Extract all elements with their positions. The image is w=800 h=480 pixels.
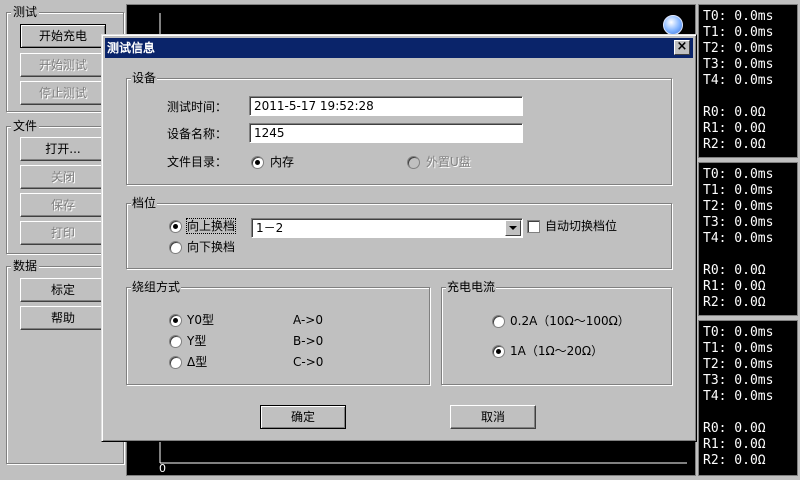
winding-y-radio[interactable] xyxy=(169,335,182,348)
readout-r2: R2: 0.0Ω xyxy=(703,453,766,468)
readout-t2: T2: 0.0ms xyxy=(703,41,774,56)
readout-t4: T4: 0.0ms xyxy=(703,389,774,404)
close-icon[interactable]: × xyxy=(674,40,690,55)
memory-label: 内存 xyxy=(270,155,295,169)
readout-r0: R0: 0.0Ω xyxy=(703,421,766,436)
winding-delta-label: Δ型 xyxy=(187,355,208,369)
readout-t1: T1: 0.0ms xyxy=(703,25,774,40)
readout-t0: T0: 0.0ms xyxy=(703,325,774,340)
current-fieldset-title: 充电电流 xyxy=(446,280,497,294)
auto-tap-checkbox[interactable] xyxy=(527,220,540,233)
current-1a-label: 1A（1Ω～20Ω） xyxy=(510,344,604,358)
readout-spacer xyxy=(703,247,797,263)
auto-tap-label: 自动切换档位 xyxy=(545,219,618,233)
close-file-button[interactable]: 关闭 xyxy=(20,165,106,189)
readout-t3: T3: 0.0ms xyxy=(703,373,774,388)
current-1a-radio[interactable] xyxy=(492,345,505,358)
readout-panel-2: T0: 0.0ms T1: 0.0ms T2: 0.0ms T3: 0.0ms … xyxy=(698,162,798,316)
tap-down-radio[interactable] xyxy=(169,241,182,254)
graph-axis-zero-label: 0 xyxy=(159,462,166,475)
test-time-input[interactable]: 2011-5-17 19:52:28 xyxy=(249,96,523,116)
readout-t0: T0: 0.0ms xyxy=(703,167,774,182)
tap-down-label: 向下换档 xyxy=(187,240,236,254)
readout-t2: T2: 0.0ms xyxy=(703,199,774,214)
winding-fieldset: 绕组方式 Y0型 A->0 Y型 B->0 Δ型 C->0 xyxy=(126,280,430,385)
cancel-button[interactable]: 取消 xyxy=(450,405,536,429)
usb-label: 外置U盘 xyxy=(426,155,471,169)
usb-radio[interactable] xyxy=(407,156,420,169)
tap-up-label: 向上换档 xyxy=(185,218,237,234)
range-select[interactable]: 1－2 xyxy=(251,218,523,238)
dialog-titlebar[interactable]: 测试信息 × xyxy=(105,38,693,58)
device-name-label: 设备名称： xyxy=(167,127,228,141)
winding-y-label: Y型 xyxy=(187,334,207,348)
current-02a-radio[interactable] xyxy=(492,315,505,328)
data-group-title: 数据 xyxy=(11,259,40,273)
current-02a-label: 0.2A（10Ω～100Ω） xyxy=(510,314,630,328)
tap-up-radio[interactable] xyxy=(169,220,182,233)
save-button[interactable]: 保存 xyxy=(20,193,106,217)
readout-r0: R0: 0.0Ω xyxy=(703,105,766,120)
winding-y-map: B->0 xyxy=(293,334,324,348)
current-fieldset: 充电电流 0.2A（10Ω～100Ω） 1A（1Ω～20Ω） xyxy=(441,280,672,385)
winding-y0-map: A->0 xyxy=(293,313,323,327)
open-button[interactable]: 打开... xyxy=(20,137,106,161)
readout-r0: R0: 0.0Ω xyxy=(703,263,766,278)
device-fieldset-title: 设备 xyxy=(131,71,158,85)
tap-fieldset: 档位 向上换档 向下换档 1－2 自动切换档位 xyxy=(126,196,672,269)
device-fieldset: 设备 测试时间： 2011-5-17 19:52:28 设备名称： 1245 文… xyxy=(126,71,672,185)
status-lamp-icon xyxy=(663,15,683,35)
print-button[interactable]: 打印 xyxy=(20,221,106,245)
readout-t2: T2: 0.0ms xyxy=(703,357,774,372)
winding-y0-radio[interactable] xyxy=(169,314,182,327)
readout-r1: R1: 0.0Ω xyxy=(703,437,766,452)
readout-panel-3: T0: 0.0ms T1: 0.0ms T2: 0.0ms T3: 0.0ms … xyxy=(698,320,798,476)
readout-r2: R2: 0.0Ω xyxy=(703,137,766,152)
file-group-title: 文件 xyxy=(11,119,40,133)
tap-fieldset-title: 档位 xyxy=(131,196,158,210)
readout-r1: R1: 0.0Ω xyxy=(703,121,766,136)
readout-t3: T3: 0.0ms xyxy=(703,215,774,230)
readout-t4: T4: 0.0ms xyxy=(703,231,774,246)
file-dir-label: 文件目录： xyxy=(167,155,228,169)
readout-t0: T0: 0.0ms xyxy=(703,9,774,24)
readout-t1: T1: 0.0ms xyxy=(703,341,774,356)
readout-r2: R2: 0.0Ω xyxy=(703,295,766,310)
memory-radio[interactable] xyxy=(251,156,264,169)
device-name-input[interactable]: 1245 xyxy=(249,123,523,143)
readout-panel-1: T0: 0.0ms T1: 0.0ms T2: 0.0ms T3: 0.0ms … xyxy=(698,4,798,158)
readout-t3: T3: 0.0ms xyxy=(703,57,774,72)
readout-t1: T1: 0.0ms xyxy=(703,183,774,198)
start-test-button[interactable]: 开始测试 xyxy=(20,53,106,77)
readout-spacer xyxy=(703,405,797,421)
ok-button[interactable]: 确定 xyxy=(260,405,346,429)
readout-r1: R1: 0.0Ω xyxy=(703,279,766,294)
winding-delta-map: C->0 xyxy=(293,355,324,369)
calibrate-button[interactable]: 标定 xyxy=(20,278,106,302)
readout-spacer xyxy=(703,89,797,105)
test-info-dialog: 测试信息 × 设备 测试时间： 2011-5-17 19:52:28 设备名称：… xyxy=(101,34,697,442)
range-select-value: 1－2 xyxy=(256,221,284,235)
test-group-title: 测试 xyxy=(11,5,40,19)
test-time-label: 测试时间： xyxy=(167,100,228,114)
winding-delta-radio[interactable] xyxy=(169,356,182,369)
help-button[interactable]: 帮助 xyxy=(20,306,106,330)
readout-t4: T4: 0.0ms xyxy=(703,73,774,88)
dialog-title: 测试信息 xyxy=(107,41,156,55)
chevron-down-icon[interactable] xyxy=(505,220,521,236)
start-charge-button[interactable]: 开始充电 xyxy=(20,24,106,48)
stop-test-button[interactable]: 停止测试 xyxy=(20,81,106,105)
winding-y0-label: Y0型 xyxy=(187,313,214,327)
winding-fieldset-title: 绕组方式 xyxy=(131,280,182,294)
